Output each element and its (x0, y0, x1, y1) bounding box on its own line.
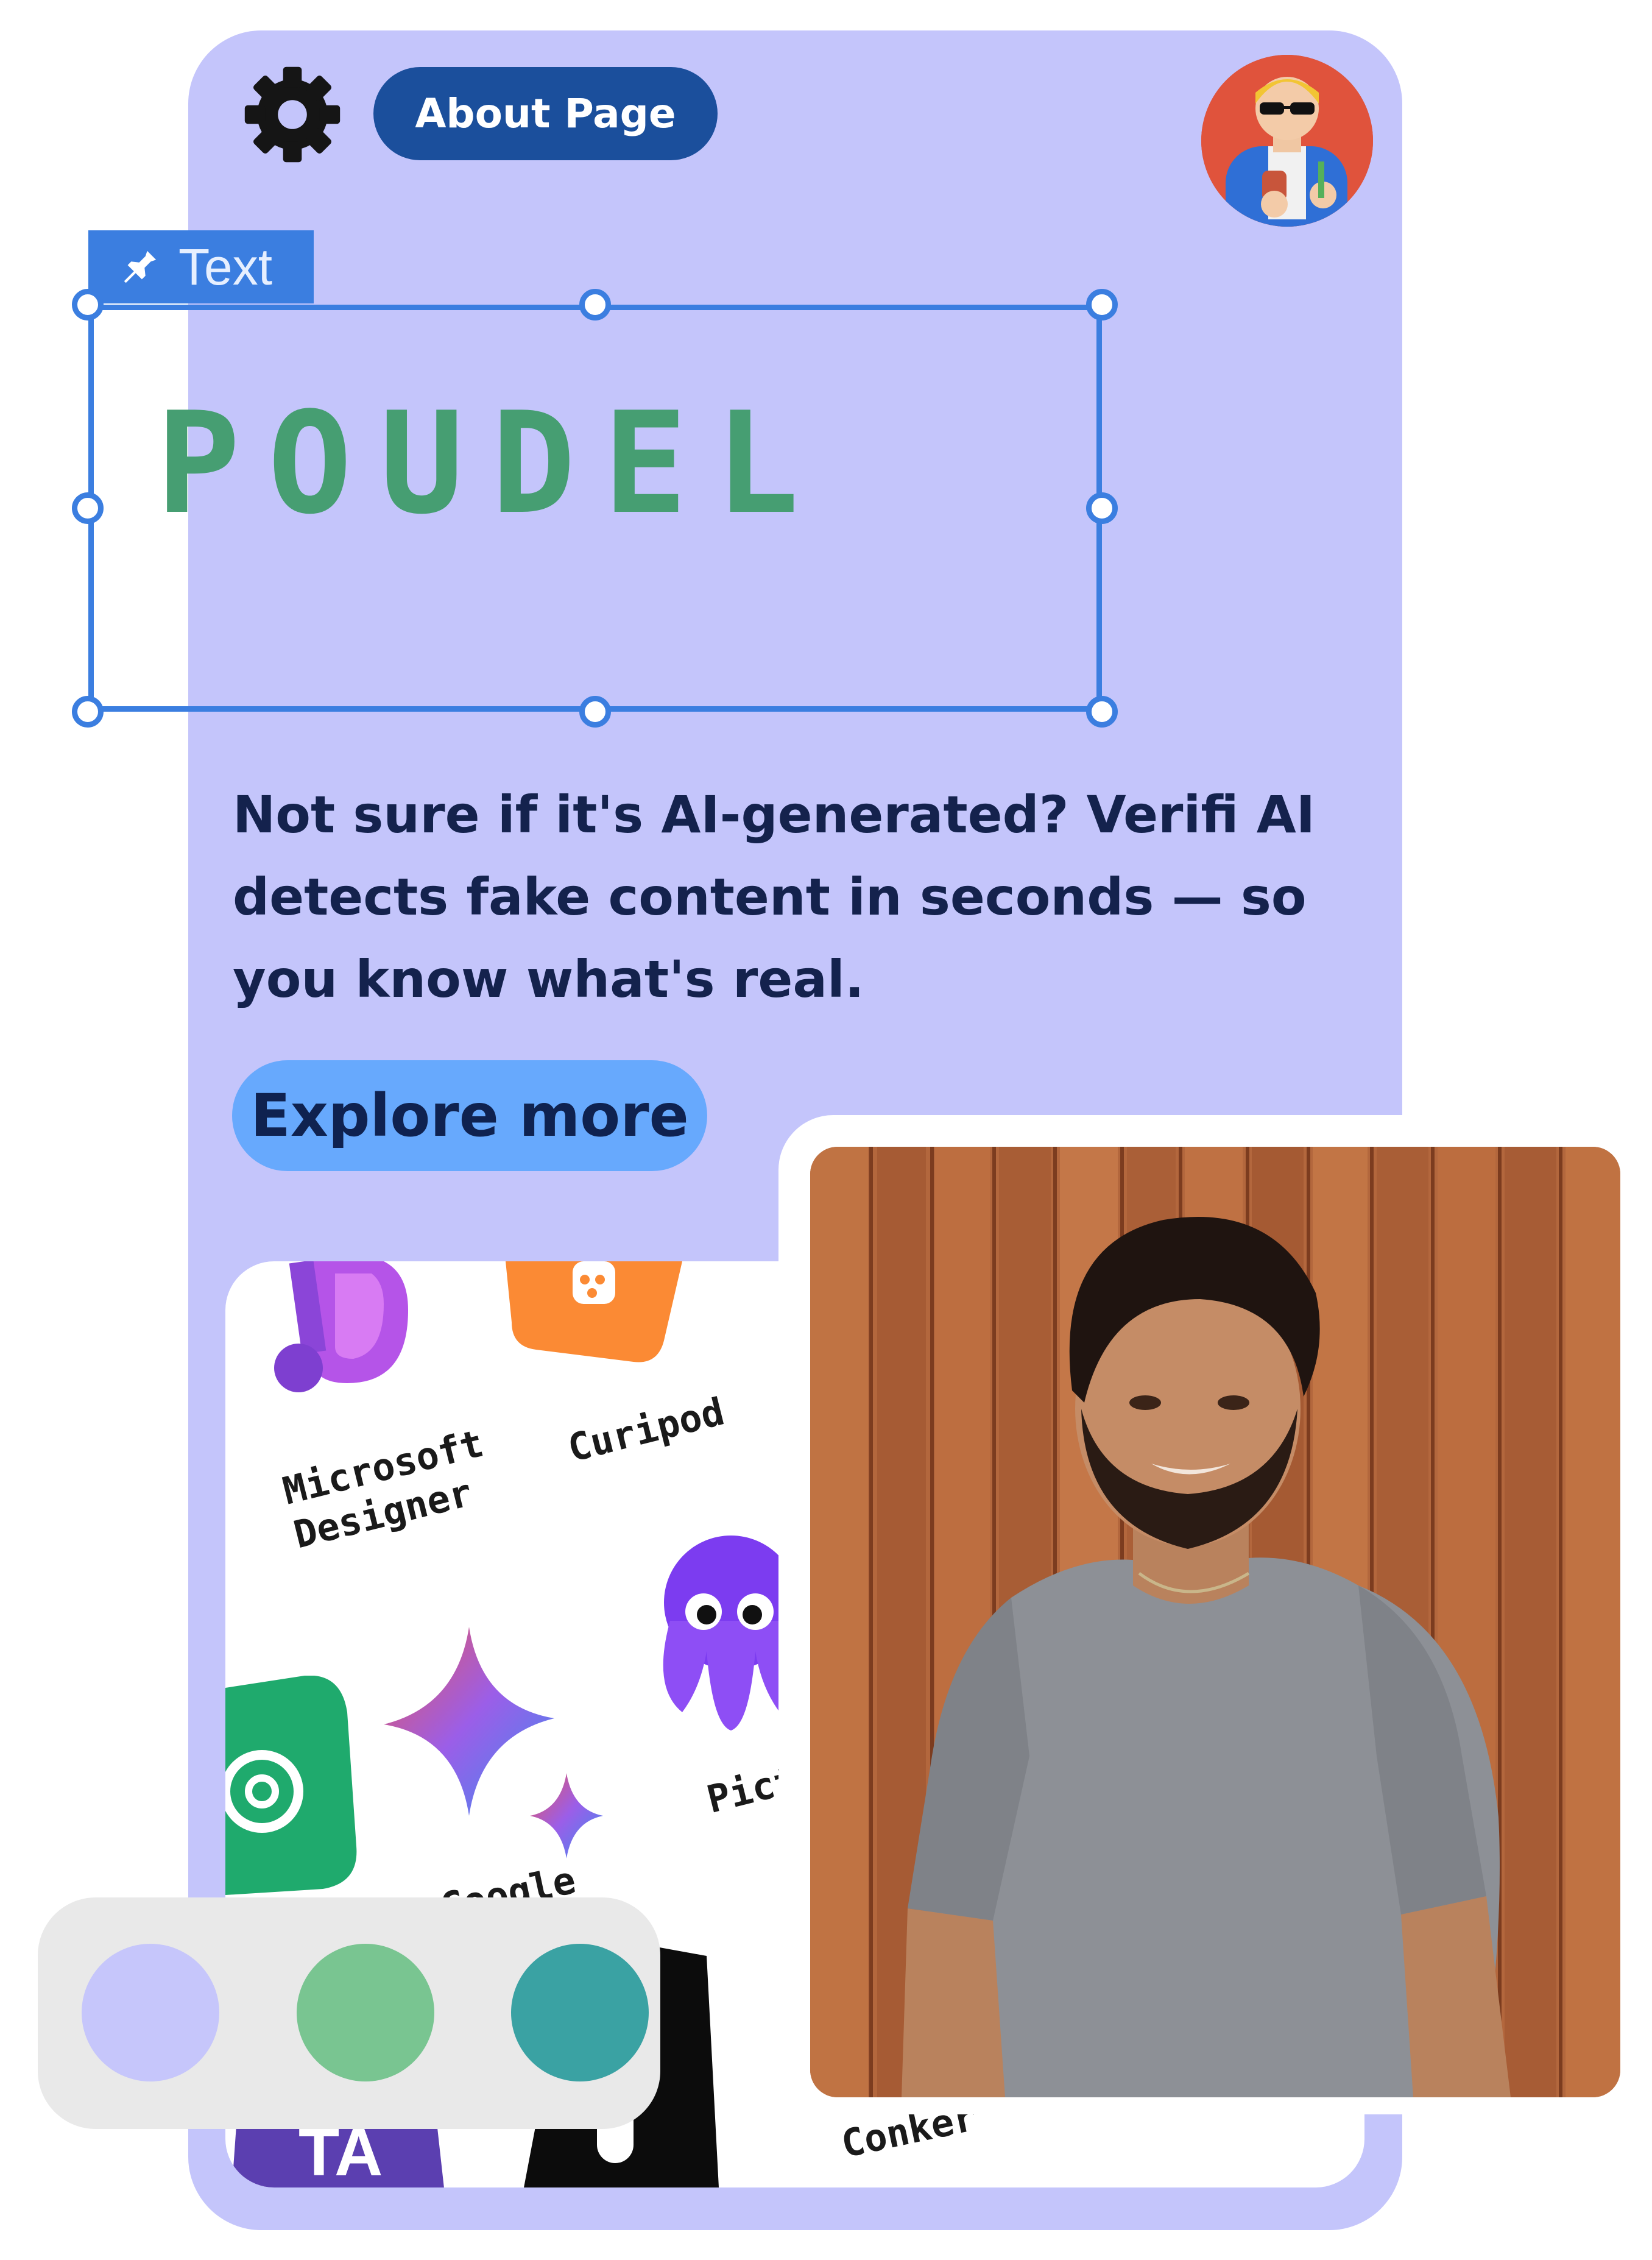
app-label-curipod: Curipod (563, 1389, 729, 1471)
profile-photo[interactable] (810, 1147, 1620, 2097)
gear-icon[interactable] (241, 63, 344, 166)
avatar[interactable] (1201, 55, 1373, 227)
resize-handle-top-middle[interactable] (579, 289, 611, 321)
curipod-icon (506, 1261, 682, 1362)
resize-handle-top-left[interactable] (72, 289, 104, 321)
resize-handle-top-right[interactable] (1086, 289, 1118, 321)
explore-more-button[interactable]: Explore more (232, 1060, 707, 1171)
text-tag-label: Text (178, 238, 273, 296)
resize-handle-bottom-right[interactable] (1086, 696, 1118, 728)
resize-handle-middle-left[interactable] (72, 492, 104, 524)
resize-handle-bottom-left[interactable] (72, 696, 104, 728)
app-label-microsoft-designer: Microsoft Designer (278, 1420, 488, 1557)
microsoft-designer-icon (274, 1261, 408, 1392)
gemini-sparkle-icon (384, 1627, 603, 1858)
text-selection-tag: Text (88, 230, 314, 303)
resize-handle-bottom-middle[interactable] (579, 696, 611, 728)
pin-icon (124, 250, 157, 283)
chatgpt-icon (225, 1676, 357, 1895)
swatch-green[interactable] (297, 1944, 434, 2081)
swatch-lavender[interactable] (82, 1944, 219, 2081)
resize-handle-middle-right[interactable] (1086, 492, 1118, 524)
hero-title[interactable]: POUDEL (156, 394, 1033, 534)
hero-description: Not sure if it's AI-generated? Verifi AI… (233, 785, 1316, 1009)
swatch-teal[interactable] (511, 1944, 649, 2081)
about-page-button[interactable]: About Page (373, 67, 718, 160)
